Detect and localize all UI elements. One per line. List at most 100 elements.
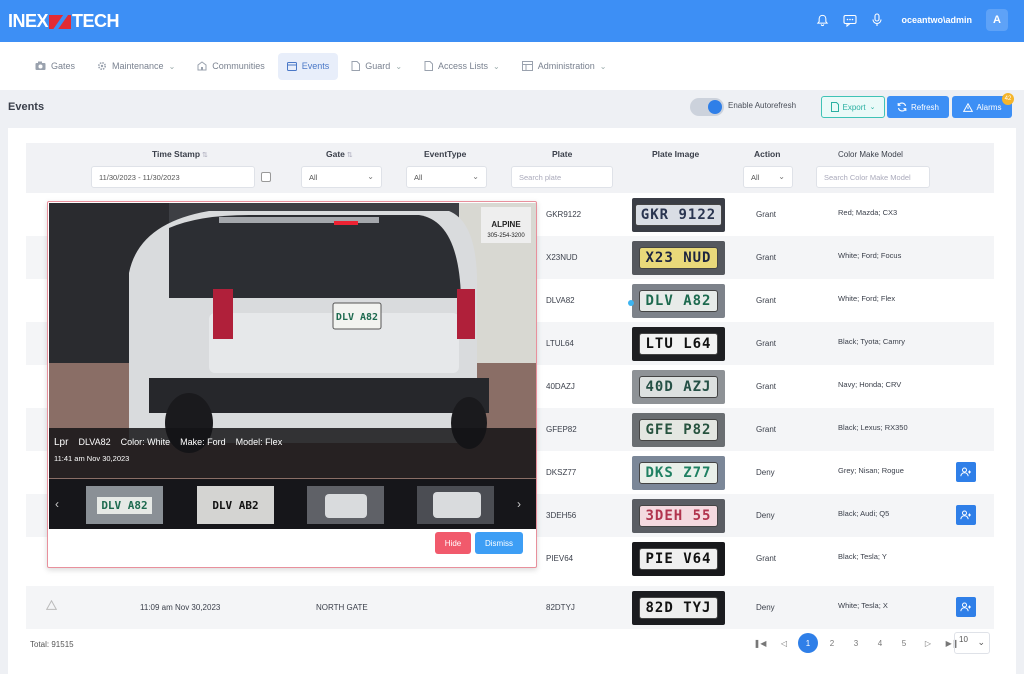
nav-item-maintenance[interactable]: Maintenance ⌄ bbox=[88, 53, 184, 80]
chevron-down-icon: ⌄ bbox=[168, 61, 176, 71]
sign-number: 305-254-3200 bbox=[487, 233, 525, 239]
chevron-down-icon: ⌄ bbox=[493, 61, 500, 71]
nav-item-gates[interactable]: Gates bbox=[26, 53, 84, 80]
toggle-knob bbox=[708, 100, 722, 114]
action-filter[interactable]: All ⌄ bbox=[743, 166, 793, 188]
timestamp-cell: 11:09 am Nov 30,2023 bbox=[140, 603, 221, 612]
thumbnail[interactable] bbox=[307, 486, 384, 524]
popup-caption: Lpr DLVA82 Color: White Make: Ford Model… bbox=[49, 428, 536, 478]
plate-image[interactable]: X23 NUD bbox=[632, 241, 725, 275]
nav-item-communities[interactable]: Communities bbox=[188, 53, 274, 80]
nav-label: Maintenance bbox=[112, 61, 164, 71]
nav-item-guard[interactable]: Guard ⌄ bbox=[342, 53, 411, 80]
nav-label: Events bbox=[301, 61, 330, 71]
microphone-icon[interactable] bbox=[871, 13, 883, 27]
chevron-down-icon: ⌄ bbox=[869, 104, 876, 111]
plate-cell: 82DTYJ bbox=[546, 603, 575, 612]
plate-image[interactable]: GFE P82 bbox=[632, 413, 725, 447]
plate-image[interactable]: 82D TYJ bbox=[632, 591, 725, 625]
thumbnail[interactable] bbox=[417, 486, 494, 524]
page-size-select[interactable]: 10 ⌄ bbox=[954, 632, 990, 654]
plate-cell: 40DAZJ bbox=[546, 382, 575, 391]
plate-image[interactable]: DKS Z77 bbox=[632, 456, 725, 490]
gate-filter-value: All bbox=[309, 172, 318, 182]
col-gate[interactable]: Gate ⇅ bbox=[326, 149, 353, 159]
notification-bell-icon[interactable] bbox=[816, 14, 829, 27]
next-page-icon[interactable]: ▷ bbox=[916, 639, 940, 648]
plate-image-text: DLV A82 bbox=[639, 290, 718, 312]
export-file-icon bbox=[830, 102, 839, 112]
plate-image-text: DKS Z77 bbox=[639, 462, 718, 484]
cmm-cell: Red; Mazda; CX3 bbox=[838, 208, 898, 217]
chevron-down-icon: ⌄ bbox=[599, 61, 607, 71]
page-button[interactable]: 3 bbox=[844, 639, 868, 648]
message-icon[interactable] bbox=[843, 14, 858, 27]
plate-cell: DLVA82 bbox=[546, 296, 575, 305]
first-page-icon[interactable]: ❚◀ bbox=[748, 639, 772, 648]
add-to-access-list-button[interactable] bbox=[956, 505, 976, 525]
event-time: 11:41 am Nov 30,2023 bbox=[54, 454, 130, 463]
cmm-cell: Navy; Honda; CRV bbox=[838, 380, 902, 389]
sort-icon[interactable]: ⇅ bbox=[347, 152, 353, 159]
alarms-count-badge: 42 bbox=[1002, 93, 1014, 105]
col-action: Action bbox=[754, 149, 781, 159]
date-filter-checkbox[interactable] bbox=[261, 172, 271, 182]
plate-image[interactable]: 40D AZJ bbox=[632, 370, 725, 404]
eventtype-filter[interactable]: All ⌄ bbox=[406, 166, 487, 188]
export-label: Export bbox=[842, 102, 866, 112]
plate-image-text: 3DEH 55 bbox=[639, 505, 718, 527]
export-button[interactable]: Export ⌄ bbox=[821, 96, 885, 118]
plate-image[interactable]: 3DEH 55 bbox=[632, 499, 725, 533]
cmm-search-input[interactable]: Search Color Make Model bbox=[816, 166, 930, 188]
prev-page-icon[interactable]: ◁ bbox=[772, 639, 796, 648]
event-detail-popup: ALPINE 305-254-3200 DLV A82 Lpr DLVA82 C… bbox=[47, 201, 537, 568]
add-to-access-list-button[interactable] bbox=[956, 462, 976, 482]
sort-icon[interactable]: ⇅ bbox=[202, 152, 208, 159]
thumbnail[interactable]: DLV A82 bbox=[86, 486, 163, 524]
plate-cell: GFEP82 bbox=[546, 425, 577, 434]
gate-filter[interactable]: All ⌄ bbox=[301, 166, 382, 188]
add-to-access-list-button[interactable] bbox=[956, 597, 976, 617]
plate-image-text: LTU L64 bbox=[639, 333, 718, 355]
plate-image[interactable]: GKR 9122 bbox=[632, 198, 725, 232]
chevron-right-icon[interactable]: › bbox=[517, 497, 521, 511]
app-logo[interactable]: INEX TECH bbox=[8, 11, 120, 32]
nav-item-administration[interactable]: Administration ⌄ bbox=[513, 53, 616, 80]
plate-image[interactable]: DLV A82 bbox=[632, 284, 725, 318]
cmm-cell: Black; Lexus; RX350 bbox=[838, 423, 908, 432]
chevron-down-icon: ⌄ bbox=[395, 61, 403, 71]
plate-search-input[interactable]: Search plate bbox=[511, 166, 613, 188]
table-icon bbox=[521, 61, 533, 71]
nav-item-events[interactable]: Events bbox=[277, 52, 339, 80]
thumbnail[interactable]: DLV AB2 bbox=[197, 486, 274, 524]
hide-button[interactable]: Hide bbox=[435, 532, 471, 554]
user-plus-icon bbox=[960, 467, 971, 477]
chevron-down-icon: ⌄ bbox=[977, 637, 985, 647]
action-cell: Deny bbox=[756, 468, 775, 477]
col-timestamp[interactable]: Time Stamp ⇅ bbox=[152, 149, 208, 159]
table-row[interactable]: 11:09 am Nov 30,2023 NORTH GATE 82DTYJ 8… bbox=[26, 586, 994, 629]
dismiss-button[interactable]: Dismiss bbox=[475, 532, 523, 554]
plate-cell: GKR9122 bbox=[546, 210, 582, 219]
document-icon bbox=[351, 61, 361, 71]
page-button[interactable]: 5 bbox=[892, 639, 916, 648]
avatar[interactable]: A bbox=[986, 9, 1008, 31]
refresh-label: Refresh bbox=[910, 102, 939, 112]
plate-cell: 3DEH56 bbox=[546, 511, 577, 520]
eventtype-filter-value: All bbox=[414, 172, 423, 182]
page-title: Events bbox=[8, 101, 45, 113]
page-button[interactable]: 4 bbox=[868, 639, 892, 648]
chevron-left-icon[interactable]: ‹ bbox=[55, 497, 59, 511]
plate-image[interactable]: LTU L64 bbox=[632, 327, 725, 361]
plate-image-text: GKR 9122 bbox=[634, 204, 723, 226]
action-cell: Grant bbox=[756, 339, 777, 348]
date-range-filter[interactable]: 11/30/2023 - 11/30/2023 bbox=[91, 166, 255, 188]
plate-image[interactable]: PIE V64 bbox=[632, 542, 725, 576]
refresh-button[interactable]: Refresh bbox=[887, 96, 949, 118]
page-button[interactable]: 2 bbox=[820, 639, 844, 648]
nav-item-access-lists[interactable]: Access Lists ⌄ bbox=[415, 53, 509, 80]
user-name[interactable]: oceantwo\admin bbox=[901, 15, 972, 25]
autorefresh-toggle[interactable] bbox=[690, 98, 724, 116]
cmm-cell: White; Tesla; X bbox=[838, 601, 888, 610]
page-button[interactable]: 1 bbox=[798, 633, 818, 653]
